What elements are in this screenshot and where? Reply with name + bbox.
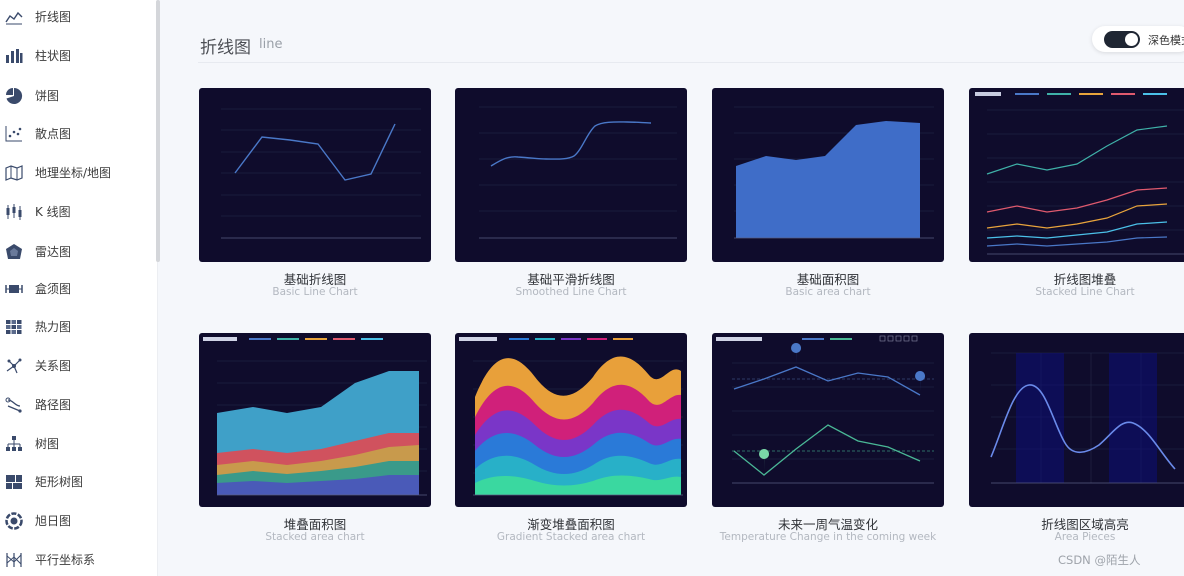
page-subtitle: line xyxy=(259,37,283,52)
basic-area-preview xyxy=(734,106,934,239)
candlestick-icon xyxy=(5,203,23,221)
card-subtitle: Gradient Stacked area chart xyxy=(496,531,646,543)
card-subtitle: Area Pieces xyxy=(1054,531,1116,543)
sidebar-item-line[interactable]: 折线图 xyxy=(0,4,158,30)
sidebar-item-heatmap[interactable]: 热力图 xyxy=(0,314,158,340)
sidebar: 折线图 柱状图 饼图 散点图 地理坐标/地图 K 线图 雷达图 盒须图 热力图 … xyxy=(0,0,160,576)
lines-icon xyxy=(5,396,23,414)
sidebar-item-candlestick[interactable]: K 线图 xyxy=(0,199,158,225)
pie-chart-icon xyxy=(5,87,23,105)
line-chart-icon xyxy=(5,8,23,26)
sidebar-item-label: 平行坐标系 xyxy=(35,553,96,567)
sidebar-item-scatter[interactable]: 散点图 xyxy=(0,121,158,147)
page-title: 折线图 xyxy=(200,38,251,58)
sidebar-item-map[interactable]: 地理坐标/地图 xyxy=(0,160,158,186)
boxplot-icon xyxy=(5,280,23,298)
sidebar-item-bar[interactable]: 柱状图 xyxy=(0,43,158,69)
sidebar-item-label: 旭日图 xyxy=(35,514,72,528)
radar-icon xyxy=(5,243,23,261)
treemap-icon xyxy=(5,473,23,491)
card-subtitle: Basic area chart xyxy=(785,286,871,298)
bar-chart-icon xyxy=(5,47,23,65)
sidebar-item-label: 散点图 xyxy=(35,127,72,141)
sidebar-item-graph[interactable]: 关系图 xyxy=(0,353,158,379)
sidebar-item-label: 折线图 xyxy=(35,10,72,24)
sidebar-item-label: K 线图 xyxy=(35,205,71,219)
sidebar-item-label: 树图 xyxy=(35,437,60,451)
stacked-line-preview xyxy=(975,92,1184,255)
toggle-knob xyxy=(1125,33,1138,46)
sidebar-item-label: 饼图 xyxy=(35,89,60,103)
chart-thumbnail[interactable] xyxy=(199,88,431,262)
smoothed-line-preview xyxy=(479,106,677,239)
sidebar-item-lines[interactable]: 路径图 xyxy=(0,392,158,418)
area-pieces-preview xyxy=(990,352,1184,484)
map-icon xyxy=(5,164,23,182)
sidebar-item-label: 路径图 xyxy=(35,398,72,412)
sidebar-item-sunburst[interactable]: 旭日图 xyxy=(0,508,158,534)
card-subtitle: Stacked Line Chart xyxy=(1035,286,1135,298)
sidebar-item-parallel[interactable]: 平行坐标系 xyxy=(0,547,158,573)
sidebar-item-label: 盒须图 xyxy=(35,282,72,296)
temperature-change-preview xyxy=(716,335,934,484)
sidebar-item-label: 雷达图 xyxy=(35,245,72,259)
dark-mode-switch[interactable]: 深色模式 xyxy=(1092,26,1184,52)
card-subtitle: Smoothed Line Chart xyxy=(515,286,627,298)
card-subtitle: Basic Line Chart xyxy=(272,286,358,298)
basic-line-preview xyxy=(221,108,421,239)
chart-thumbnail[interactable] xyxy=(712,333,944,507)
csdn-watermark: CSDN @陌生人 xyxy=(1058,553,1141,567)
sidebar-item-treemap[interactable]: 矩形树图 xyxy=(0,469,158,495)
chart-thumbnail[interactable] xyxy=(712,88,944,262)
dark-mode-label: 深色模式 xyxy=(1148,34,1184,47)
sidebar-item-label: 矩形树图 xyxy=(35,475,84,489)
chart-thumbnail[interactable] xyxy=(199,333,431,507)
chart-thumbnail[interactable] xyxy=(969,333,1184,507)
sidebar-scrollbar[interactable] xyxy=(156,0,160,262)
graph-icon xyxy=(5,357,23,375)
sidebar-item-label: 热力图 xyxy=(35,320,72,334)
dark-mode-toggle[interactable] xyxy=(1104,31,1140,48)
sidebar-item-pie[interactable]: 饼图 xyxy=(0,83,158,109)
sidebar-item-tree[interactable]: 树图 xyxy=(0,431,158,457)
chart-thumbnail[interactable] xyxy=(455,333,687,507)
card-subtitle: Temperature Change in the coming week xyxy=(719,531,937,543)
heatmap-icon xyxy=(5,318,23,336)
chart-thumbnail[interactable] xyxy=(969,88,1184,262)
sidebar-item-radar[interactable]: 雷达图 xyxy=(0,239,158,265)
chart-thumbnail[interactable] xyxy=(455,88,687,262)
parallel-icon xyxy=(5,551,23,569)
card-subtitle: Stacked area chart xyxy=(265,531,365,543)
scatter-chart-icon xyxy=(5,125,23,143)
stacked-area-preview xyxy=(203,337,427,496)
sidebar-item-label: 关系图 xyxy=(35,359,72,373)
sidebar-item-label: 柱状图 xyxy=(35,49,72,63)
title-divider xyxy=(198,62,1184,63)
main-content: 折线图 line 深色模式 基础折线图 Basic Line Chart xyxy=(162,0,1184,576)
sunburst-icon xyxy=(5,512,23,530)
sidebar-item-boxplot[interactable]: 盒须图 xyxy=(0,276,158,302)
tree-icon xyxy=(5,435,23,453)
gradient-stacked-area-preview xyxy=(459,337,683,496)
sidebar-item-label: 地理坐标/地图 xyxy=(35,166,112,180)
